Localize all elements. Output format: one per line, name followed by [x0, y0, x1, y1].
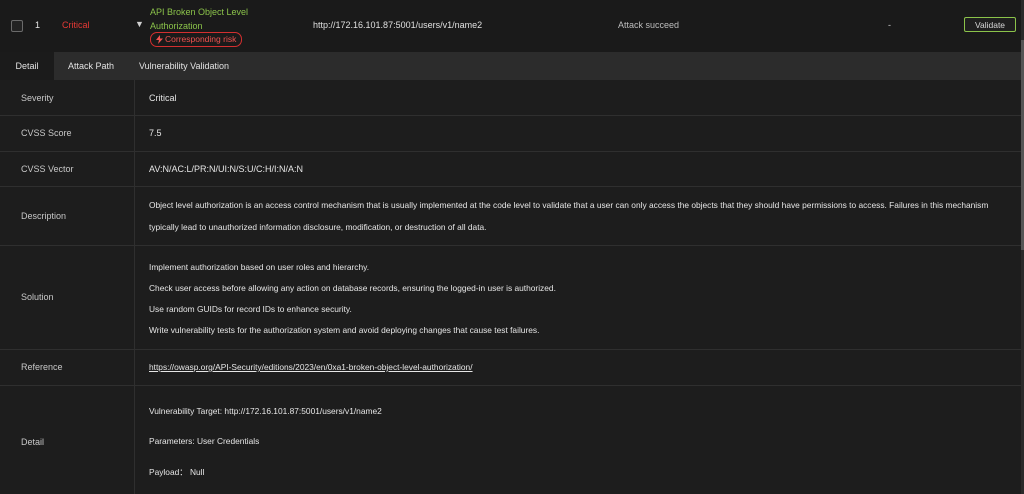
bolt-icon [156, 35, 163, 44]
vulnerability-panel: 1 Critical ▼ API Broken Object Level Aut… [0, 0, 1021, 494]
reference-label: Reference [21, 362, 63, 372]
detail-tabs: Detail Attack Path Vulnerability Validat… [0, 52, 1021, 80]
parameters: Parameters: User Credentials [149, 436, 260, 446]
vulnerability-row[interactable]: 1 Critical ▼ API Broken Object Level Aut… [0, 0, 1021, 53]
vulnerability-name[interactable]: API Broken Object Level Authorization [150, 5, 290, 33]
tab-attack-path[interactable]: Attack Path [54, 52, 128, 80]
tab-vulnerability-validation[interactable]: Vulnerability Validation [128, 52, 240, 80]
risk-label: Corresponding risk [165, 34, 237, 44]
cvss-score-label: CVSS Score [21, 128, 72, 138]
table-row: Reference https://owasp.org/API-Security… [0, 350, 1021, 386]
caret-down-icon[interactable]: ▼ [135, 19, 144, 29]
solution-label: Solution [21, 292, 54, 302]
detail-label: Detail [21, 437, 45, 447]
description-label: Description [21, 211, 67, 221]
table-row: Solution Implement authorization based o… [0, 246, 1021, 350]
solution-item: Write vulnerability tests for the author… [149, 325, 540, 335]
table-row: Description Object level authorization i… [0, 187, 1021, 246]
severity-label: Severity [21, 93, 54, 103]
row-number: 1 [35, 20, 41, 30]
table-row: CVSS Vector AV:N/AC:L/PR:N/UI:N/S:U/C:H/… [0, 152, 1021, 187]
validate-button[interactable]: Validate [964, 17, 1016, 32]
table-row: CVSS Score 7.5 [0, 116, 1021, 152]
corresponding-risk-tag[interactable]: Corresponding risk [150, 32, 243, 47]
solution-item: Use random GUIDs for record IDs to enhan… [149, 304, 352, 314]
cvss-vector-value: AV:N/AC:L/PR:N/UI:N/S:U/C:H/I:N/A:N [149, 164, 304, 174]
cvss-vector-label: CVSS Vector [21, 164, 74, 174]
reference-link[interactable]: https://owasp.org/API-Security/editions/… [149, 362, 473, 372]
target-url: http://172.16.101.87:5001/users/v1/name2 [313, 20, 483, 30]
table-row: Severity Critical [0, 80, 1021, 116]
empty-value: - [888, 20, 891, 30]
description-line: Object level authorization is an access … [149, 200, 989, 210]
payload: Payload： Null [149, 467, 205, 477]
attack-status: Attack succeed [618, 20, 680, 30]
severity-badge: Critical [62, 20, 90, 30]
row-checkbox[interactable] [11, 20, 23, 32]
vulnerability-target: Vulnerability Target: http://172.16.101.… [149, 406, 382, 416]
solution-item: Implement authorization based on user ro… [149, 262, 370, 272]
cvss-score-value: 7.5 [149, 128, 162, 138]
description-line: typically lead to unauthorized informati… [149, 222, 487, 232]
tab-detail[interactable]: Detail [0, 52, 54, 80]
severity-value: Critical [149, 93, 177, 103]
table-row: Detail Vulnerability Target: http://172.… [0, 386, 1021, 494]
solution-item: Check user access before allowing any ac… [149, 283, 556, 293]
